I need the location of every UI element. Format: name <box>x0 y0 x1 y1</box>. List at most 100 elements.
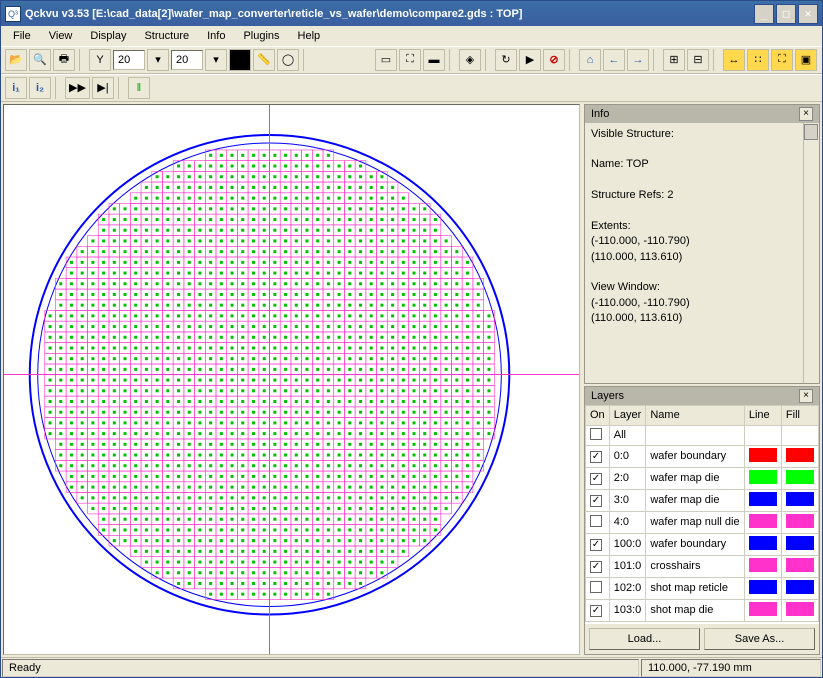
info-scrollbar[interactable] <box>803 123 819 383</box>
layer-checkbox[interactable]: ✓ <box>590 539 602 551</box>
drawing-canvas[interactable] <box>3 104 580 655</box>
line-swatch[interactable] <box>749 514 777 528</box>
layer-id: 102:0 <box>609 577 646 599</box>
info1-icon[interactable]: i₁ <box>5 77 27 99</box>
save-as-button[interactable]: Save As... <box>704 628 815 650</box>
print-icon[interactable]: 🖶 <box>53 49 75 71</box>
menu-display[interactable]: Display <box>82 28 134 44</box>
line-swatch[interactable] <box>749 558 777 572</box>
fill-swatch[interactable] <box>786 558 814 572</box>
layers-col-layer[interactable]: Layer <box>609 405 646 425</box>
fill-swatch[interactable] <box>786 536 814 550</box>
layers-col-line[interactable]: Line <box>744 405 781 425</box>
filter-icon[interactable]: Y <box>89 49 111 71</box>
layer-checkbox[interactable] <box>590 581 602 593</box>
dots-icon[interactable]: ∷ <box>747 49 769 71</box>
menu-help[interactable]: Help <box>290 28 329 44</box>
layer-row[interactable]: ✓101:0crosshairs <box>586 555 819 577</box>
refresh-icon[interactable]: ↻ <box>495 49 517 71</box>
bars-icon[interactable]: ‖ <box>128 77 150 99</box>
layers-col-name[interactable]: Name <box>646 405 744 425</box>
layer-row[interactable]: ✓103:0shot map die <box>586 599 819 621</box>
circle-icon[interactable]: ◯ <box>277 49 299 71</box>
nav-left-icon[interactable]: ← <box>603 49 625 71</box>
line-swatch[interactable] <box>749 492 777 506</box>
zoom-icon[interactable]: 🔍 <box>29 49 51 71</box>
menu-view[interactable]: View <box>41 28 81 44</box>
open-icon[interactable]: 📂 <box>5 49 27 71</box>
layer-name: wafer map null die <box>646 511 744 533</box>
layer-checkbox[interactable]: ✓ <box>590 605 602 617</box>
zoom-in-icon[interactable]: ⊞ <box>663 49 685 71</box>
line-swatch[interactable] <box>749 602 777 616</box>
spin-b[interactable]: ▾ <box>205 49 227 71</box>
info-panel-title[interactable]: Info × <box>585 105 819 123</box>
layer-name: wafer boundary <box>646 533 744 555</box>
layer-checkbox[interactable]: ✓ <box>590 561 602 573</box>
menu-structure[interactable]: Structure <box>136 28 197 44</box>
layer-row[interactable]: ✓0:0wafer boundary <box>586 445 819 467</box>
measure-h-icon[interactable]: ↔ <box>723 49 745 71</box>
fullscreen-icon[interactable]: ⛶ <box>771 49 793 71</box>
layer-checkbox[interactable] <box>590 515 602 527</box>
layer-row[interactable]: All <box>586 425 819 445</box>
info-view-label: View Window: <box>591 280 813 295</box>
spin-a[interactable]: ▾ <box>147 49 169 71</box>
layer-row[interactable]: 4:0wafer map null die <box>586 511 819 533</box>
fill-swatch[interactable] <box>786 514 814 528</box>
title-bar[interactable]: Q³ Qckvu v3.53 [E:\cad_data[2]\wafer_map… <box>1 1 822 26</box>
load-button[interactable]: Load... <box>589 628 700 650</box>
zoom-out-icon[interactable]: ⊟ <box>687 49 709 71</box>
layer-checkbox[interactable] <box>590 428 602 440</box>
layer-id: 101:0 <box>609 555 646 577</box>
layer-name: wafer boundary <box>646 445 744 467</box>
layers-table: OnLayerNameLineFill All✓0:0wafer boundar… <box>585 405 819 622</box>
line-swatch[interactable] <box>749 536 777 550</box>
fit-icon[interactable]: ▣ <box>795 49 817 71</box>
layer-row[interactable]: ✓100:0wafer boundary <box>586 533 819 555</box>
rect-dotted-icon[interactable]: ⛶ <box>399 49 421 71</box>
layer-row[interactable]: 102:0shot map reticle <box>586 577 819 599</box>
fill-swatch[interactable] <box>786 470 814 484</box>
fill-swatch[interactable] <box>786 602 814 616</box>
layer-checkbox[interactable]: ✓ <box>590 451 602 463</box>
maximize-button[interactable]: □ <box>776 4 796 24</box>
layers-col-fill[interactable]: Fill <box>781 405 818 425</box>
fill-swatch[interactable] <box>786 580 814 594</box>
fast-fwd-icon[interactable]: ▶▶ <box>65 77 90 99</box>
color-swatch[interactable] <box>229 49 251 71</box>
rect-outline-icon[interactable]: ▭ <box>375 49 397 71</box>
close-button[interactable]: ✕ <box>798 4 818 24</box>
num-input-b[interactable]: 20 <box>171 50 203 70</box>
info2-icon[interactable]: i₂ <box>29 77 51 99</box>
fill-swatch[interactable] <box>786 492 814 506</box>
num-input-a[interactable]: 20 <box>113 50 145 70</box>
line-swatch[interactable] <box>749 448 777 462</box>
nav-right-icon[interactable]: → <box>627 49 649 71</box>
ruler-icon[interactable]: 📏 <box>253 49 275 71</box>
layer-checkbox[interactable]: ✓ <box>590 495 602 507</box>
status-text: Ready <box>2 659 639 677</box>
play-icon[interactable]: ▶ <box>519 49 541 71</box>
layers-panel-title[interactable]: Layers × <box>585 387 819 405</box>
minimize-button[interactable]: _ <box>754 4 774 24</box>
stop-icon[interactable]: ⊘ <box>543 49 565 71</box>
info-close-icon[interactable]: × <box>799 107 813 121</box>
layer-row[interactable]: ✓2:0wafer map die <box>586 467 819 489</box>
layers-col-on[interactable]: On <box>586 405 610 425</box>
menu-info[interactable]: Info <box>199 28 233 44</box>
layers-stack-icon[interactable]: ◈ <box>459 49 481 71</box>
menu-bar: File View Display Structure Info Plugins… <box>1 26 822 45</box>
layers-title-text: Layers <box>591 390 799 402</box>
rect-fill-icon[interactable]: ▬ <box>423 49 445 71</box>
layers-close-icon[interactable]: × <box>799 389 813 403</box>
menu-plugins[interactable]: Plugins <box>235 28 287 44</box>
fill-swatch[interactable] <box>786 448 814 462</box>
home-icon[interactable]: ⌂ <box>579 49 601 71</box>
layer-checkbox[interactable]: ✓ <box>590 473 602 485</box>
layer-row[interactable]: ✓3:0wafer map die <box>586 489 819 511</box>
line-swatch[interactable] <box>749 470 777 484</box>
menu-file[interactable]: File <box>5 28 39 44</box>
fast-end-icon[interactable]: ▶| <box>92 77 114 99</box>
line-swatch[interactable] <box>749 580 777 594</box>
